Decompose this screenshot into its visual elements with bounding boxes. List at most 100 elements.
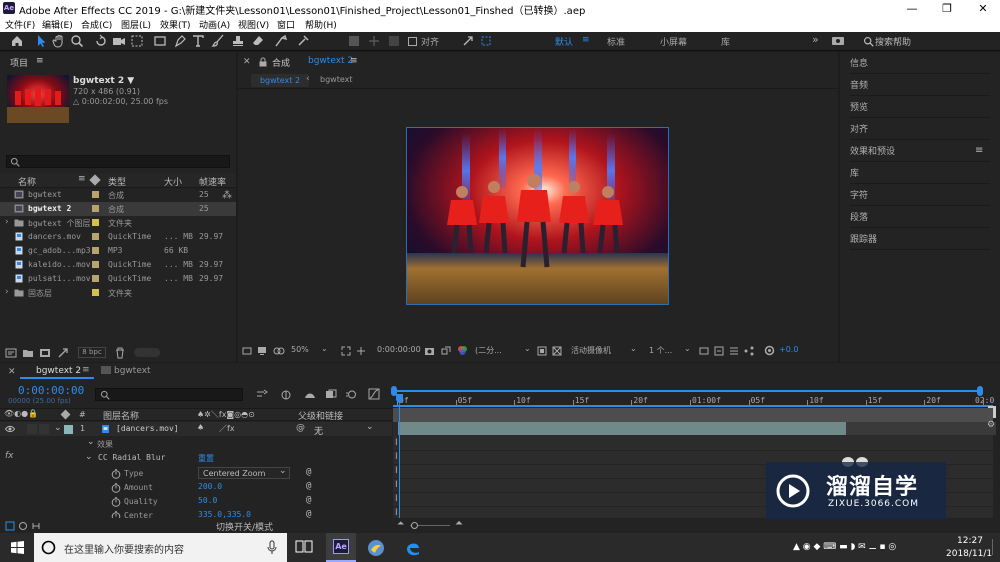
transparency-grid-icon[interactable] <box>552 346 562 356</box>
workspace-standard[interactable]: 标准 <box>607 35 625 48</box>
project-item[interactable]: › bgwtext 个图层 文件夹 <box>0 216 236 230</box>
taskbar-search-box[interactable]: 在这里输入你要搜索的内容 <box>34 533 287 562</box>
clock-date[interactable]: 2018/11/1 <box>946 549 992 559</box>
project-search-input[interactable] <box>6 155 230 168</box>
layer-row[interactable]: ⌄ 1 [dancers.mov] ♠ ／fx @ 无 ⌄ <box>0 422 392 437</box>
menu-window[interactable]: 窗口 <box>277 18 295 31</box>
effect-expand-icon[interactable]: ⌄ <box>85 452 93 462</box>
always-preview-icon[interactable] <box>242 346 252 356</box>
help-search[interactable]: 搜索帮助 <box>858 34 996 49</box>
roto-brush-tool-icon[interactable] <box>273 34 289 49</box>
interpret-footage-icon[interactable] <box>5 348 17 358</box>
snap-grid-icon[interactable] <box>478 34 494 49</box>
render-queue-icon[interactable] <box>57 347 69 359</box>
layer-switch-fx-icon[interactable]: ／fx <box>219 423 235 434</box>
clone-stamp-tool-icon[interactable] <box>230 34 246 49</box>
right-panel-item[interactable]: 信息 <box>850 52 990 74</box>
text-tool-icon[interactable] <box>190 34 206 49</box>
menu-view[interactable]: 视图(V) <box>238 18 269 31</box>
label-color-swatch[interactable] <box>92 191 99 198</box>
project-panel-title[interactable]: 项目 <box>10 56 28 69</box>
right-panel-item[interactable]: 对齐 <box>850 118 990 140</box>
project-item[interactable]: kaleido...mov QuickTime ... MB 29.97 <box>0 258 236 272</box>
chevron-right-icon[interactable]: › <box>4 217 9 227</box>
project-item[interactable]: pulsati...mov QuickTime ... MB 29.97 <box>0 272 236 286</box>
label-color-swatch[interactable] <box>92 247 99 254</box>
close-button[interactable]: ✕ <box>968 0 998 17</box>
label-color-swatch[interactable] <box>92 261 99 268</box>
type-dropdown[interactable]: Centered Zoom ⌄ <box>198 466 290 479</box>
snapshot-icon[interactable] <box>424 346 435 356</box>
menu-composition[interactable]: 合成(C) <box>81 18 112 31</box>
workspace-menu-icon[interactable]: ≡ <box>582 35 590 45</box>
eraser-tool-icon[interactable] <box>250 34 266 49</box>
expression-pickwhip-icon[interactable]: @ <box>306 495 311 505</box>
right-panel-item[interactable]: 音频 <box>850 74 990 96</box>
trash-icon[interactable] <box>115 347 125 359</box>
expression-pickwhip-icon[interactable]: @ <box>306 481 311 491</box>
timeline-close-icon[interactable]: ✕ <box>8 367 16 377</box>
puppet-tool-icon[interactable] <box>295 34 311 49</box>
menu-layer[interactable]: 图层(L) <box>121 18 151 31</box>
expression-pickwhip-icon[interactable]: @ <box>306 467 311 477</box>
snap-icon[interactable] <box>460 34 476 49</box>
project-item[interactable]: dancers.mov QuickTime ... MB 29.97 <box>0 230 236 244</box>
effects-presets-menu-icon[interactable]: ≡ <box>975 145 983 156</box>
brush-tool-icon[interactable] <box>210 34 226 49</box>
shy-layers-icon[interactable] <box>304 389 316 400</box>
monitor-icon[interactable] <box>257 346 267 356</box>
effect-reset-link[interactable]: 重置 <box>198 453 214 464</box>
timeline-zoom-handle[interactable] <box>411 522 418 529</box>
column-size[interactable]: 大小 <box>164 175 182 188</box>
resolution-dropdown[interactable]: (二分... <box>475 345 502 356</box>
comp-timecode[interactable]: 0:00:00:00 <box>377 345 421 354</box>
zoom-out-icon[interactable]: ⏶ <box>397 519 404 529</box>
work-area-bar[interactable] <box>391 386 983 396</box>
right-panel-item[interactable]: 字符 <box>850 184 990 206</box>
graph-editor-icon[interactable] <box>368 388 380 400</box>
project-panel-menu-icon[interactable]: ≡ <box>36 56 44 66</box>
frame-blending-icon[interactable] <box>325 389 337 400</box>
region-of-interest-icon[interactable] <box>537 346 547 356</box>
column-fps[interactable]: 帧速率 <box>199 175 226 188</box>
selection-tool-icon[interactable] <box>33 34 49 49</box>
toggle-pixel-aspect-icon[interactable] <box>699 346 709 356</box>
right-panel-item[interactable]: 跟踪器 <box>850 228 990 250</box>
project-item[interactable]: bgwtext 合成 25 <box>0 188 236 202</box>
menu-file[interactable]: 文件(F) <box>5 18 35 31</box>
stopwatch-icon[interactable] <box>111 483 121 493</box>
menu-help[interactable]: 帮助(H) <box>305 18 337 31</box>
timeline-icon[interactable] <box>729 346 739 356</box>
stopwatch-icon[interactable] <box>111 469 121 479</box>
pen-tool-icon[interactable] <box>172 34 188 49</box>
pickwhip-icon[interactable]: @ <box>296 423 305 433</box>
workspace-library[interactable]: 库 <box>721 35 730 48</box>
toggle-switches-modes-button[interactable]: 切换开关/模式 <box>216 520 273 533</box>
project-scroll-slider[interactable] <box>134 348 160 357</box>
rectangle-tool-icon[interactable] <box>152 34 168 49</box>
comp-panel-menu-icon[interactable]: ≡ <box>350 56 358 66</box>
layer-name-header[interactable]: 图层名称 <box>103 409 139 422</box>
comp-mini-flowchart-icon[interactable] <box>256 389 268 400</box>
layer-switches-toggle-icon[interactable] <box>5 521 15 531</box>
column-name[interactable]: 名称 <box>18 175 36 188</box>
comp-panel-comp-name[interactable]: bgwtext 2 <box>308 56 353 66</box>
views-dropdown[interactable]: 1 个... <box>649 345 672 356</box>
rotate-tool-icon[interactable] <box>93 34 109 49</box>
show-desktop-button[interactable] <box>992 539 998 555</box>
workspace-default[interactable]: 默认 <box>555 35 573 48</box>
label-color-swatch[interactable] <box>92 275 99 282</box>
parent-header[interactable]: 父级和链接 <box>298 409 343 422</box>
parent-dropdown[interactable]: 无 <box>314 424 323 437</box>
more-workspaces-button[interactable]: » <box>812 33 819 46</box>
right-panel-item[interactable]: 效果和预设 <box>850 140 990 162</box>
sync-settings-icon[interactable] <box>830 34 846 49</box>
menu-animation[interactable]: 动画(A) <box>199 18 230 31</box>
project-item[interactable]: gc_adob...mp3 MP3 66 KB <box>0 244 236 258</box>
chevron-right-icon[interactable]: › <box>4 287 9 297</box>
windows-start-icon[interactable] <box>11 541 24 554</box>
label-color-swatch[interactable] <box>92 289 99 296</box>
label-color-swatch[interactable] <box>92 233 99 240</box>
property-value[interactable]: 50.0 <box>198 496 217 505</box>
right-panel-item[interactable]: 段落 <box>850 206 990 228</box>
